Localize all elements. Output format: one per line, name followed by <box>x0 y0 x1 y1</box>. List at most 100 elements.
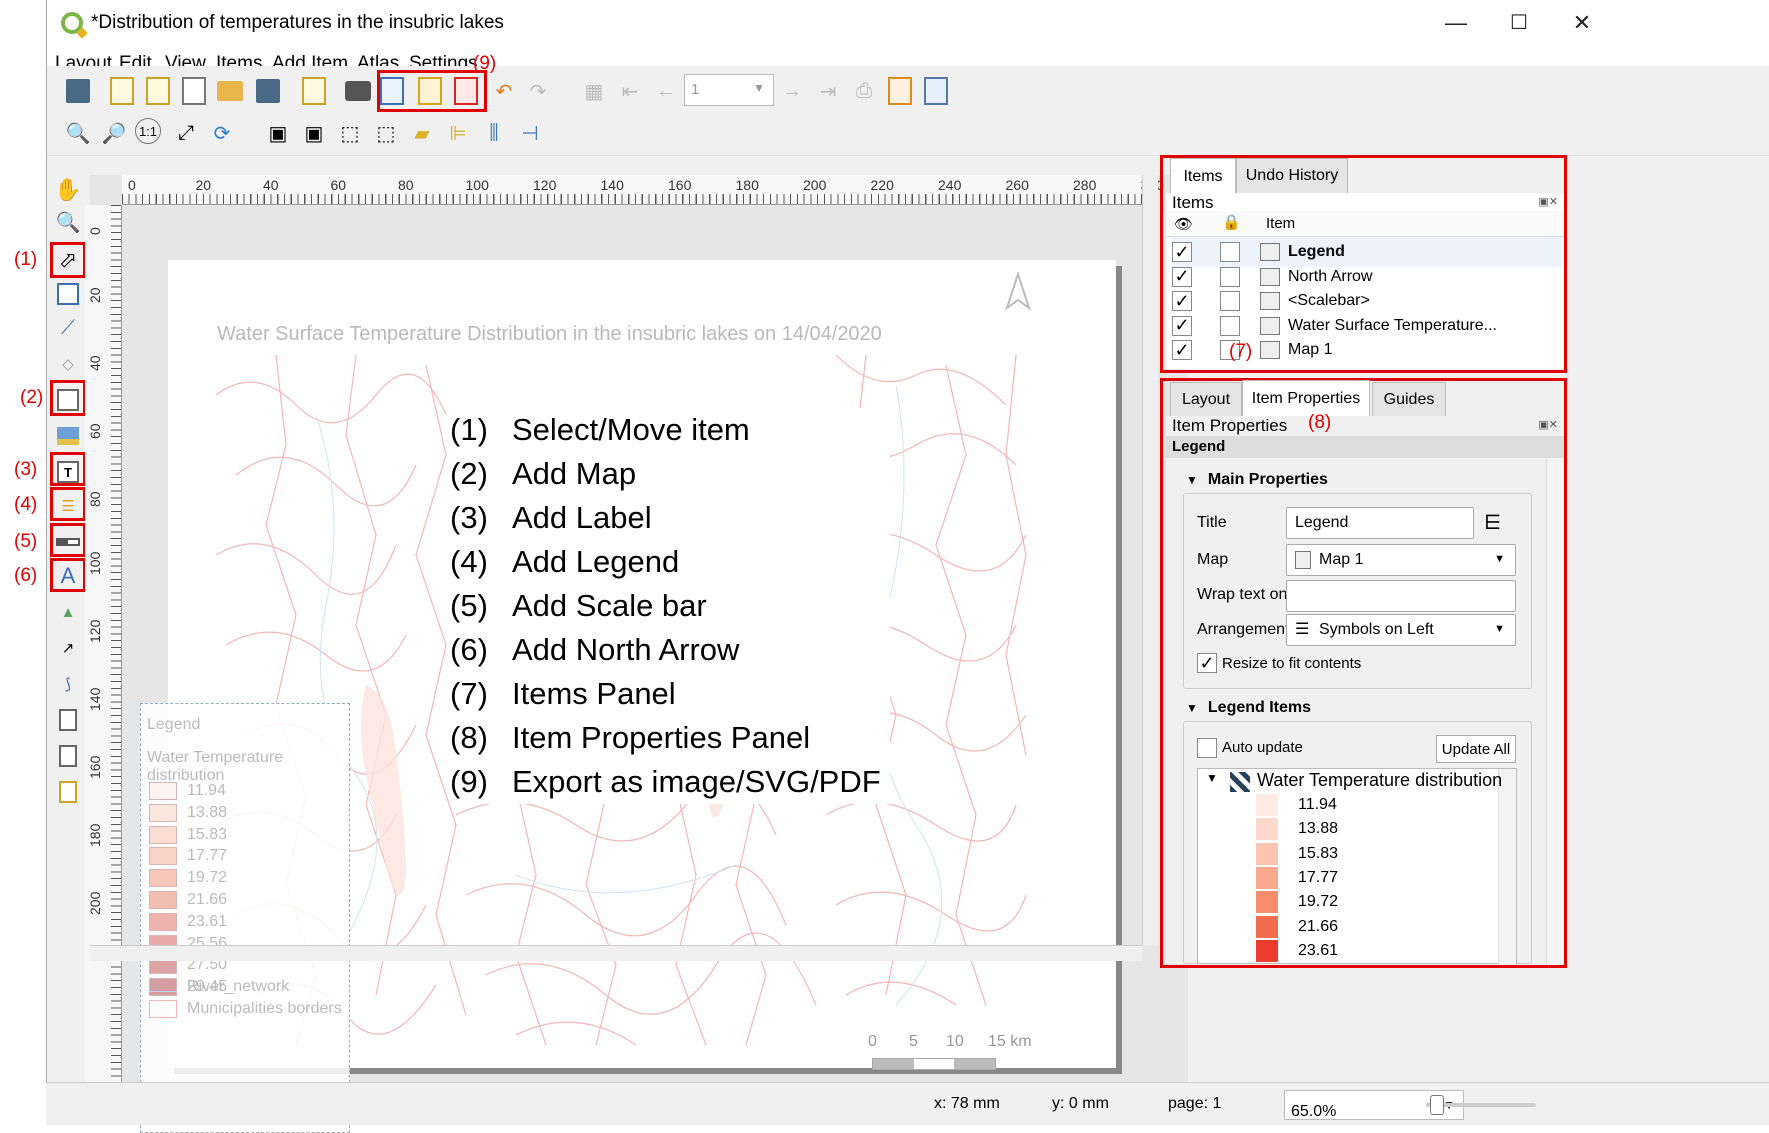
undo-icon[interactable]: ↶ <box>489 76 519 106</box>
next-feature-icon[interactable]: → <box>777 76 807 106</box>
tab-guides[interactable]: Guides <box>1372 382 1446 418</box>
tab-item-properties[interactable]: Item Properties <box>1242 380 1370 416</box>
zoom-full-icon[interactable]: ⤢ <box>171 118 201 148</box>
panel-float-close-icon[interactable]: ▣✕ <box>1538 418 1558 431</box>
atlas-settings-icon[interactable] <box>921 76 951 106</box>
add-3d-map-icon[interactable]: ◇ <box>53 349 83 379</box>
lock-checkbox[interactable] <box>1220 242 1240 262</box>
map-title-label[interactable]: Water Surface Temperature Distribution i… <box>217 323 882 346</box>
canvas-horizontal-scrollbar[interactable] <box>90 945 1142 961</box>
add-fixed-table-icon[interactable] <box>53 777 83 807</box>
refresh-icon[interactable]: ⟳ <box>207 118 237 148</box>
map-select[interactable]: Map 1 ▼ <box>1286 544 1516 576</box>
lock-checkbox[interactable] <box>1220 291 1240 311</box>
legend-tree-item[interactable]: 11.94 <box>1256 792 1337 818</box>
main-properties-section[interactable]: Main Properties <box>1186 471 1328 489</box>
add-node-item-icon[interactable]: ⟆ <box>53 669 83 699</box>
save-layout-icon[interactable] <box>63 76 93 106</box>
legend-class-row: 13.88 <box>149 802 227 824</box>
add-arrow-icon[interactable]: ↗ <box>53 633 83 663</box>
close-button[interactable]: ✕ <box>1562 10 1602 36</box>
visibility-checkbox[interactable]: ✓ <box>1172 266 1192 287</box>
first-feature-icon[interactable]: ⇤ <box>615 76 645 106</box>
legend-tree-root[interactable]: Water Temperature distribution <box>1257 770 1502 791</box>
minimize-button[interactable]: — <box>1436 10 1476 36</box>
legend-tree-swatch <box>1256 794 1278 816</box>
legend-tree-item[interactable]: 15.83 <box>1256 841 1338 867</box>
group-items-icon[interactable]: ⬚ <box>335 118 365 148</box>
distribute-items-icon[interactable]: ⫼ <box>479 118 509 148</box>
visibility-checkbox[interactable]: ✓ <box>1172 291 1192 311</box>
zoom-out-icon[interactable]: 🔎 <box>99 118 129 148</box>
ungroup-items-icon[interactable]: ⬚ <box>371 118 401 148</box>
zoom-in-icon[interactable]: 🔍 <box>63 118 93 148</box>
lock-checkbox[interactable] <box>1220 266 1240 287</box>
properties-scrollbar[interactable] <box>1546 458 1564 964</box>
zoom-slider[interactable] <box>1426 1095 1536 1115</box>
edit-nodes-icon[interactable]: ⟋ <box>53 313 83 343</box>
canvas-vertical-scrollbar[interactable] <box>1142 175 1158 945</box>
add-shape-icon[interactable]: ▲ <box>53 597 83 627</box>
maximize-button[interactable]: ☐ <box>1499 10 1539 35</box>
update-all-button[interactable]: Update All <box>1436 735 1516 763</box>
redo-icon[interactable]: ↷ <box>523 76 553 106</box>
lock-checkbox[interactable] <box>1220 315 1240 336</box>
zoom-tool-icon[interactable]: 🔍 <box>53 207 83 237</box>
expression-icon[interactable]: ⋿ <box>1484 510 1501 535</box>
legend-tree-scrollbar[interactable] <box>1498 769 1516 964</box>
visibility-checkbox[interactable]: ✓ <box>1172 340 1192 360</box>
tab-items[interactable]: Items <box>1170 158 1236 194</box>
add-attribute-table-icon[interactable] <box>53 741 83 771</box>
legend-tree-item[interactable]: 19.72 <box>1256 889 1338 915</box>
zoom-actual-icon[interactable]: 1:1 <box>135 118 161 144</box>
resize-items-icon[interactable]: ⊣ <box>515 118 545 148</box>
arrangement-select[interactable]: ☰ Symbols on Left ▼ <box>1286 614 1516 646</box>
map-icon <box>1295 551 1311 569</box>
add-picture-icon[interactable] <box>53 421 83 451</box>
panel-float-close-icon[interactable]: ▣✕ <box>1538 195 1558 208</box>
tab-layout[interactable]: Layout <box>1170 382 1242 418</box>
visibility-checkbox[interactable]: ✓ <box>1172 242 1192 262</box>
legend-tree-item[interactable]: 13.88 <box>1256 816 1338 842</box>
legend-item[interactable]: Legend Water Temperature distribution 11… <box>140 703 350 1133</box>
atlas-preview-icon[interactable]: ▦ <box>579 76 609 106</box>
legend-tree-item[interactable]: 23.61 <box>1256 938 1338 964</box>
align-items-icon[interactable]: ⊫ <box>443 118 473 148</box>
legend-class-row: 19.72 <box>149 867 227 889</box>
item-type-icon <box>1260 243 1280 261</box>
expand-arrow-icon[interactable]: ▼ <box>1206 771 1218 785</box>
print-icon[interactable] <box>343 76 373 106</box>
previous-feature-icon[interactable]: ← <box>651 76 681 106</box>
visibility-checkbox[interactable]: ✓ <box>1172 315 1192 336</box>
north-arrow-item[interactable] <box>1005 270 1031 312</box>
add-html-icon[interactable] <box>53 705 83 735</box>
legend-tree-item[interactable]: 17.77 <box>1256 865 1338 891</box>
resize-to-fit-checkbox[interactable]: ✓ <box>1197 653 1217 673</box>
duplicate-layout-icon[interactable] <box>143 76 173 106</box>
layout-manager-icon[interactable] <box>179 76 209 106</box>
overlay-item-number: (5) <box>450 588 488 623</box>
new-layout-icon[interactable] <box>107 76 137 106</box>
zoom-slider-handle[interactable] <box>1430 1095 1444 1115</box>
title-field[interactable]: Legend <box>1286 507 1474 539</box>
tab-undo-history[interactable]: Undo History <box>1236 158 1348 194</box>
add-pages-icon[interactable] <box>299 76 329 106</box>
raise-items-icon[interactable]: ▰ <box>407 118 437 148</box>
export-atlas-image-icon[interactable] <box>885 76 915 106</box>
lock-items-icon[interactable]: ▣ <box>263 118 293 148</box>
print-atlas-icon[interactable]: ⎙ <box>849 76 879 106</box>
open-template-icon[interactable] <box>215 76 245 106</box>
legend-tree-item[interactable]: 21.66 <box>1256 914 1338 940</box>
legend-swatch <box>149 912 177 931</box>
atlas-page-select[interactable]: 1 ▼ <box>684 74 774 106</box>
unlock-items-icon[interactable]: ▣ <box>299 118 329 148</box>
pan-icon[interactable]: ✋ <box>53 175 83 205</box>
legend-items-section[interactable]: Legend Items <box>1186 699 1311 717</box>
move-content-icon[interactable] <box>53 279 83 309</box>
scalebar-item[interactable]: 0 5 10 15 km <box>868 1033 1048 1073</box>
lock-column-icon: 🔒 <box>1222 214 1241 231</box>
save-template-icon[interactable] <box>253 76 283 106</box>
auto-update-checkbox[interactable] <box>1197 738 1217 758</box>
wrap-text-field[interactable] <box>1286 580 1516 612</box>
last-feature-icon[interactable]: ⇥ <box>813 76 843 106</box>
